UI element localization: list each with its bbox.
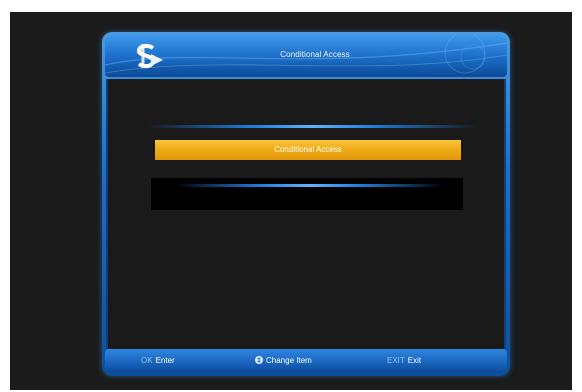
up-down-icon xyxy=(255,356,263,364)
change-item-label: Change Item xyxy=(266,356,312,365)
dollar-logo-icon xyxy=(136,43,163,69)
exit-key-label: EXIT xyxy=(387,356,405,365)
change-item-hint[interactable]: Change Item xyxy=(255,349,312,373)
menu-window: Conditional Access Conditional Access OK… xyxy=(102,32,510,376)
ok-key-label: OK xyxy=(141,356,153,365)
exit-hint[interactable]: EXIT Exit xyxy=(387,349,421,373)
page-title: Conditional Access xyxy=(280,50,350,59)
enter-label: Enter xyxy=(155,356,175,365)
exit-label: Exit xyxy=(407,356,422,365)
tv-screen: Conditional Access Conditional Access OK… xyxy=(10,12,572,390)
divider-glow xyxy=(148,125,478,128)
ok-enter-hint[interactable]: OK Enter xyxy=(141,349,175,373)
info-panel xyxy=(151,178,463,210)
window-header: Conditional Access xyxy=(105,35,507,77)
menu-body: Conditional Access xyxy=(106,79,506,349)
help-bar: OK Enter Change Item EXIT Exit xyxy=(105,349,507,373)
divider-glow xyxy=(175,184,445,187)
menu-item-conditional-access[interactable]: Conditional Access xyxy=(155,140,461,160)
